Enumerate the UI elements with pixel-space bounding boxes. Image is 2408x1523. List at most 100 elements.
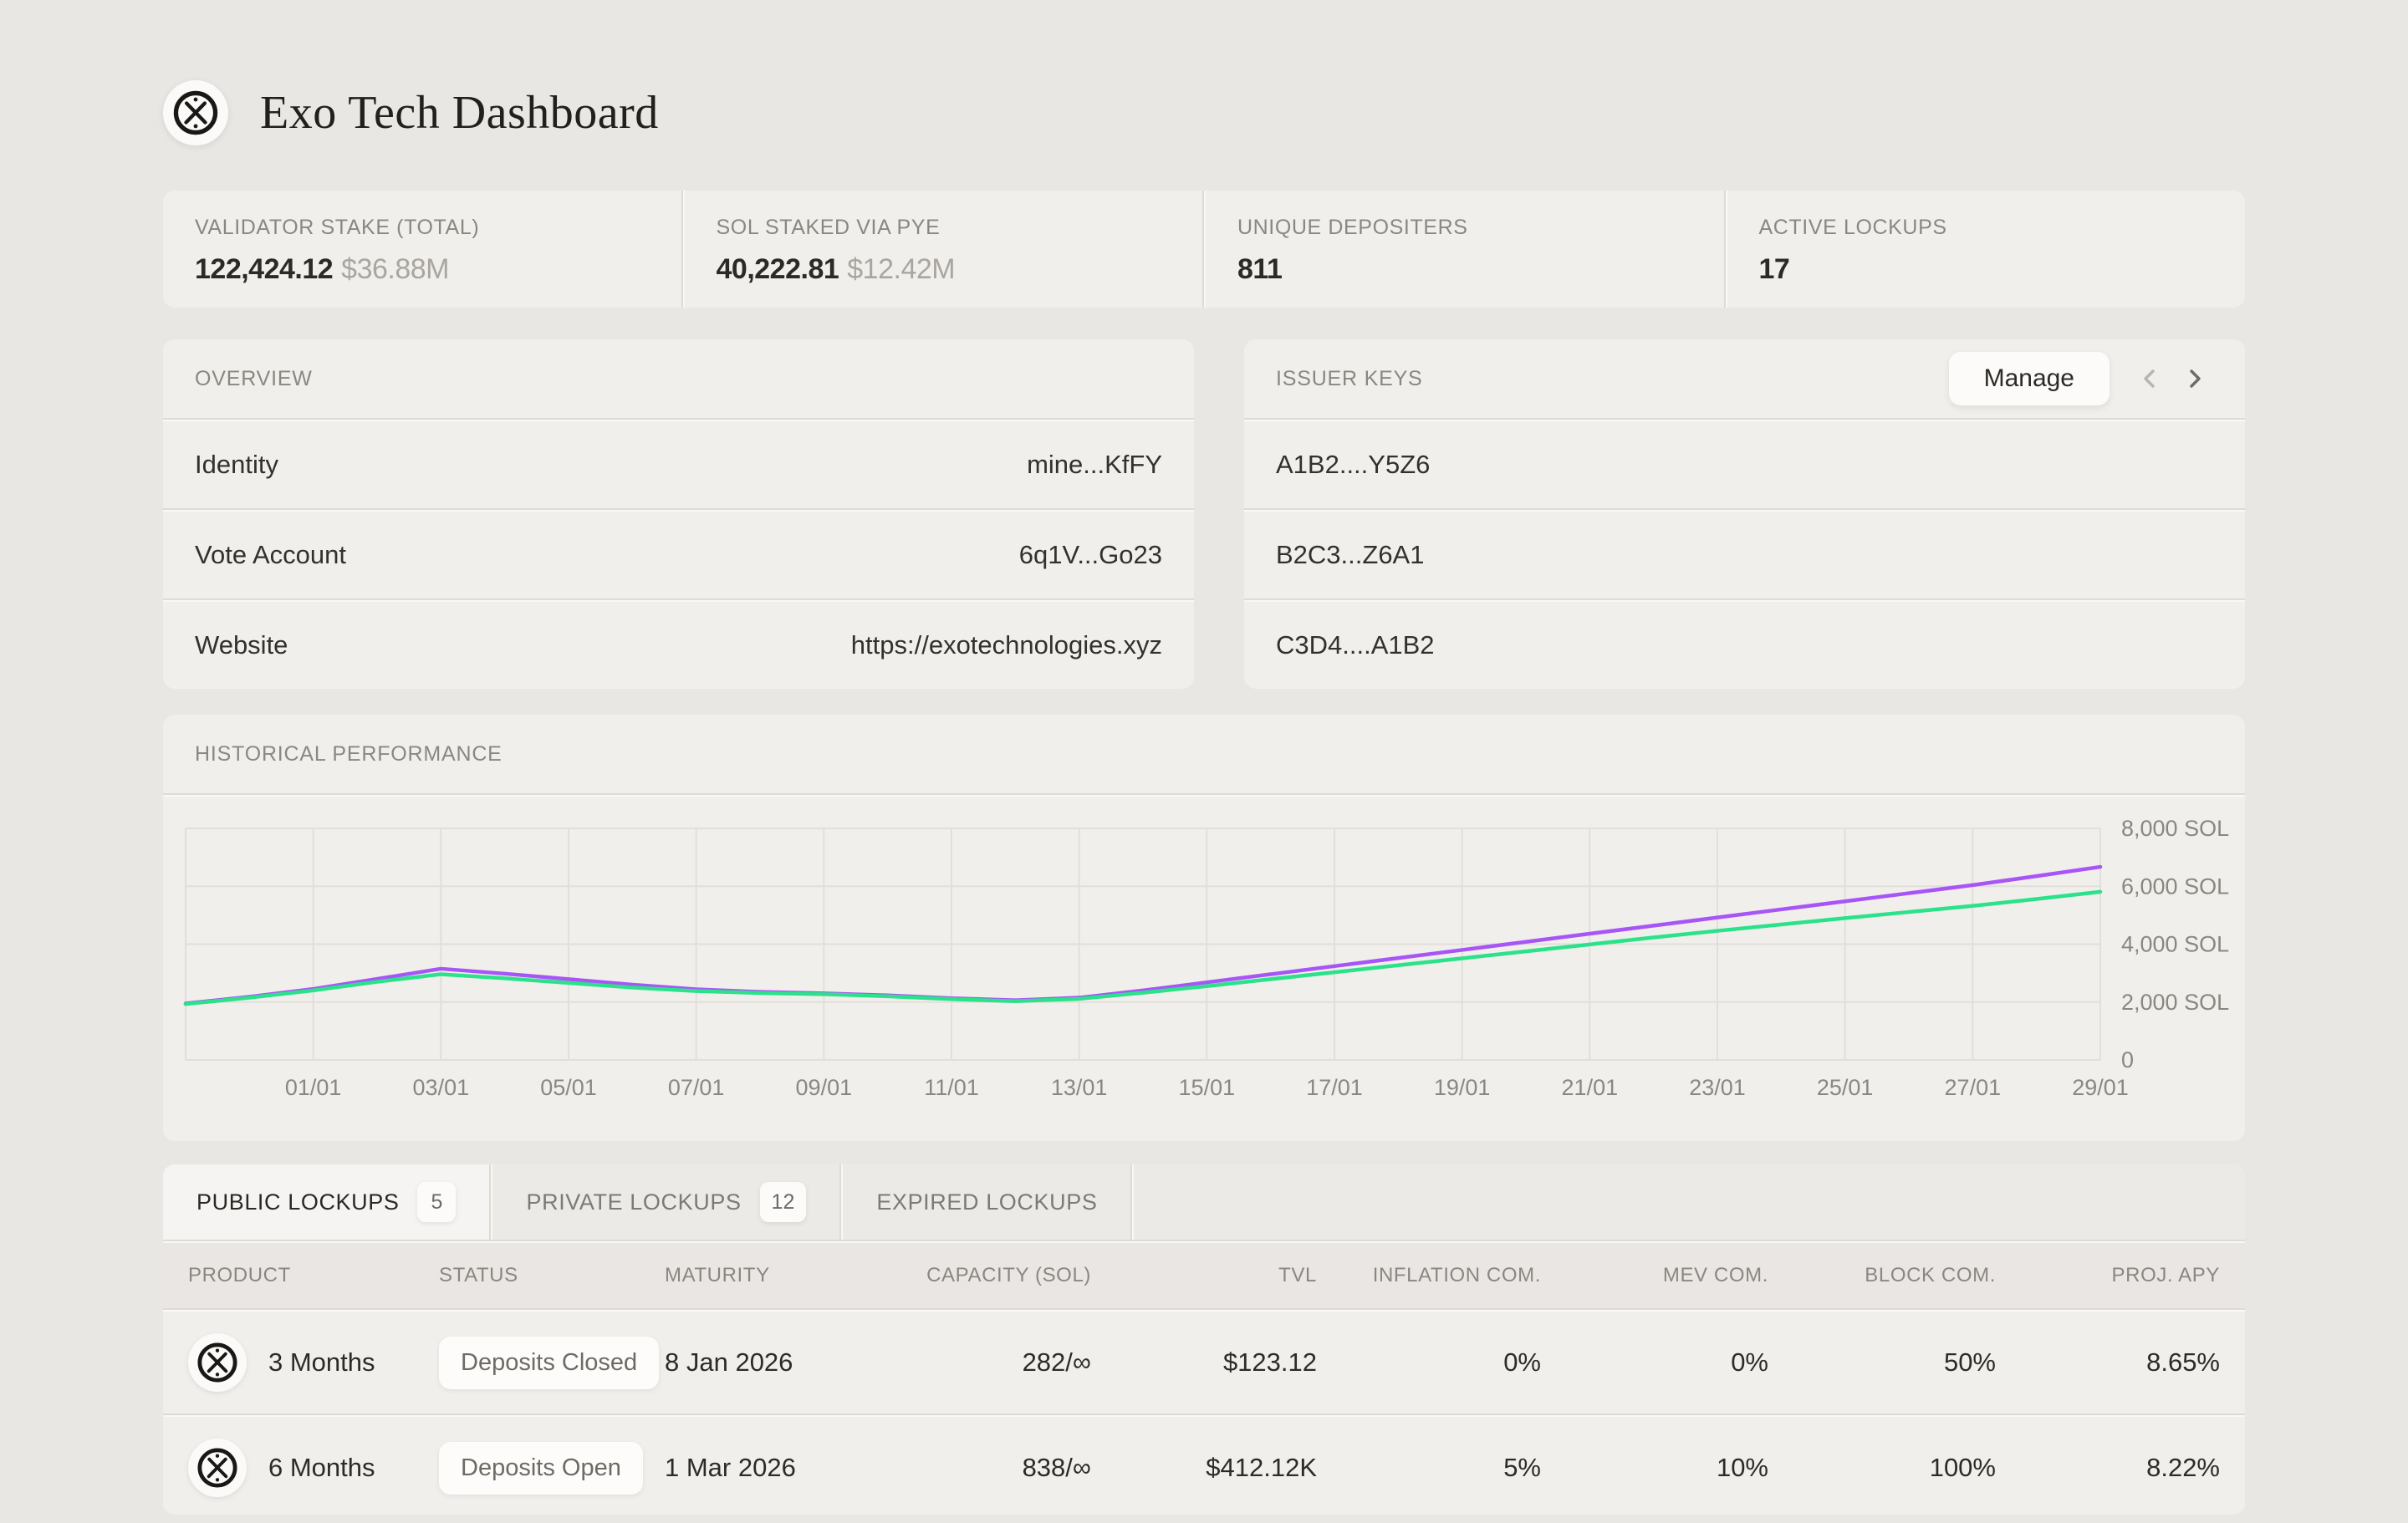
issuer-keys-title: ISSUER KEYS: [1276, 367, 1423, 391]
stat-value: 811: [1237, 253, 1282, 285]
stat-active-lockups: ACTIVE LOCKUPS 17: [1727, 191, 2246, 308]
svg-text:01/01: 01/01: [285, 1075, 342, 1100]
overview-row-value: mine...KfFY: [1027, 450, 1162, 480]
stat-label: SOL STAKED VIA PYE: [717, 216, 1203, 240]
table-header: PRODUCT STATUS MATURITY CAPACITY (SOL) T…: [163, 1243, 2245, 1308]
overview-row-label: Website: [195, 630, 288, 660]
capacity-value: 282/∞: [882, 1347, 1091, 1378]
stat-sol-staked: SOL STAKED VIA PYE 40,222.81$12.42M: [685, 191, 1203, 308]
overview-row-website: Website https://exotechnologies.xyz: [163, 602, 1194, 689]
svg-text:03/01: 03/01: [413, 1075, 470, 1100]
overview-row-value: 6q1V...Go23: [1019, 540, 1162, 570]
historical-performance-card: HISTORICAL PERFORMANCE 01/01 03/01 05/01 07…: [163, 715, 2245, 1141]
overview-row-label: Identity: [195, 450, 278, 480]
table-row[interactable]: 6 Months Deposits Open 1 Mar 2026 838/∞ …: [163, 1417, 2245, 1515]
tvl-value: $412.12K: [1091, 1453, 1317, 1483]
svg-text:4,000 SOL: 4,000 SOL: [2121, 932, 2229, 957]
chevron-right-icon[interactable]: [2176, 360, 2213, 397]
tab-public-lockups[interactable]: PUBLIC LOCKUPS 5: [163, 1164, 489, 1240]
col-block: BLOCK COM.: [1768, 1264, 1996, 1287]
product-icon: [188, 1439, 247, 1497]
product-icon: [188, 1333, 247, 1392]
brand-logo: [163, 80, 228, 145]
svg-text:29/01: 29/01: [2072, 1075, 2129, 1100]
tab-private-lockups[interactable]: PRIVATE LOCKUPS 12: [492, 1164, 839, 1240]
svg-text:17/01: 17/01: [1306, 1075, 1363, 1100]
overview-card: OVERVIEW Identity mine...KfFY Vote Accou…: [163, 339, 1194, 689]
product-name: 6 Months: [268, 1453, 375, 1483]
svg-text:11/01: 11/01: [924, 1075, 979, 1100]
issuer-key-item: C3D4....A1B2: [1244, 602, 2245, 689]
svg-text:19/01: 19/01: [1434, 1075, 1491, 1100]
col-maturity: MATURITY: [665, 1264, 882, 1287]
svg-text:23/01: 23/01: [1689, 1075, 1746, 1100]
stat-label: ACTIVE LOCKUPS: [1759, 216, 2246, 240]
inflation-value: 0%: [1317, 1347, 1541, 1378]
block-value: 100%: [1768, 1453, 1996, 1483]
stat-value: 17: [1759, 253, 1790, 285]
tab-count-badge: 5: [417, 1182, 456, 1222]
status-badge: Deposits Closed: [439, 1337, 659, 1389]
brand-product-icon: [196, 1446, 239, 1490]
overview-row-value: https://exotechnologies.xyz: [851, 630, 1162, 660]
col-inflation: INFLATION COM.: [1317, 1264, 1541, 1287]
svg-text:25/01: 25/01: [1817, 1075, 1874, 1100]
stat-value: 40,222.81: [717, 253, 839, 285]
issuer-key-item: A1B2....Y5Z6: [1244, 421, 2245, 508]
stat-unique-depositers: UNIQUE DEPOSITERS 811: [1206, 191, 1724, 308]
tab-label: EXPIRED LOCKUPS: [876, 1189, 1097, 1215]
page-title: Exo Tech Dashboard: [260, 86, 659, 140]
overview-row-label: Vote Account: [195, 540, 346, 570]
svg-text:09/01: 09/01: [796, 1075, 853, 1100]
tab-label: PUBLIC LOCKUPS: [196, 1189, 399, 1215]
col-status: STATUS: [439, 1264, 665, 1287]
performance-chart-svg: 01/01 03/01 05/01 07/01 09/01 11/01 13/01 15/01…: [163, 797, 2245, 1141]
app-header: Exo Tech Dashboard: [163, 0, 2245, 146]
stat-label: VALIDATOR STAKE (TOTAL): [195, 216, 681, 240]
svg-text:8,000 SOL: 8,000 SOL: [2121, 816, 2229, 841]
issuer-key-item: B2C3...Z6A1: [1244, 512, 2245, 599]
tab-expired-lockups[interactable]: EXPIRED LOCKUPS: [843, 1164, 1130, 1240]
product-name: 3 Months: [268, 1347, 375, 1378]
col-product: PRODUCT: [188, 1264, 439, 1287]
overview-title: OVERVIEW: [195, 367, 313, 391]
table-row[interactable]: 3 Months Deposits Closed 8 Jan 2026 282/…: [163, 1312, 2245, 1413]
issuer-key-value: B2C3...Z6A1: [1276, 540, 1424, 570]
lockups-card: PUBLIC LOCKUPS 5 PRIVATE LOCKUPS 12 EXPI…: [163, 1164, 2245, 1515]
status-badge: Deposits Open: [439, 1442, 643, 1495]
issuer-key-value: A1B2....Y5Z6: [1276, 450, 1430, 480]
overview-row-identity: Identity mine...KfFY: [163, 421, 1194, 508]
lockups-tabs: PUBLIC LOCKUPS 5 PRIVATE LOCKUPS 12 EXPI…: [163, 1164, 2245, 1240]
capacity-value: 838/∞: [882, 1453, 1091, 1483]
svg-text:13/01: 13/01: [1051, 1075, 1108, 1100]
brand-product-icon: [196, 1341, 239, 1384]
issuer-key-value: C3D4....A1B2: [1276, 630, 1435, 660]
stat-secondary-value: $12.42M: [847, 253, 955, 285]
maturity-value: 1 Mar 2026: [665, 1453, 882, 1483]
col-tvl: TVL: [1091, 1264, 1317, 1287]
tab-count-badge: 12: [760, 1182, 807, 1222]
dashboard-page: Exo Tech Dashboard VALIDATOR STAKE (TOTA…: [0, 0, 2408, 1523]
col-capacity: CAPACITY (SOL): [882, 1264, 1091, 1287]
apy-value: 8.22%: [1996, 1453, 2220, 1483]
brand-logo-icon: [171, 89, 220, 137]
historical-performance-title: HISTORICAL PERFORMANCE: [195, 742, 503, 767]
col-apy: PROJ. APY: [1996, 1264, 2220, 1287]
svg-text:15/01: 15/01: [1179, 1075, 1236, 1100]
manage-button[interactable]: Manage: [1949, 352, 2110, 405]
svg-text:2,000 SOL: 2,000 SOL: [2121, 990, 2229, 1015]
stat-label: UNIQUE DEPOSITERS: [1237, 216, 1724, 240]
mev-value: 0%: [1541, 1347, 1768, 1378]
svg-text:05/01: 05/01: [540, 1075, 597, 1100]
svg-text:21/01: 21/01: [1562, 1075, 1619, 1100]
svg-text:07/01: 07/01: [668, 1075, 725, 1100]
performance-chart: 01/01 03/01 05/01 07/01 09/01 11/01 13/01 15/01…: [163, 797, 2245, 1141]
apy-value: 8.65%: [1996, 1347, 2220, 1378]
chevron-left-icon[interactable]: [2131, 360, 2168, 397]
inflation-value: 5%: [1317, 1453, 1541, 1483]
stat-validator-stake: VALIDATOR STAKE (TOTAL) 122,424.12$36.88…: [163, 191, 681, 308]
issuer-keys-card: ISSUER KEYS Manage A1B2....Y5Z6 B2C3.: [1244, 339, 2245, 689]
tab-label: PRIVATE LOCKUPS: [526, 1189, 741, 1215]
svg-text:6,000 SOL: 6,000 SOL: [2121, 874, 2229, 899]
col-mev: MEV COM.: [1541, 1264, 1768, 1287]
